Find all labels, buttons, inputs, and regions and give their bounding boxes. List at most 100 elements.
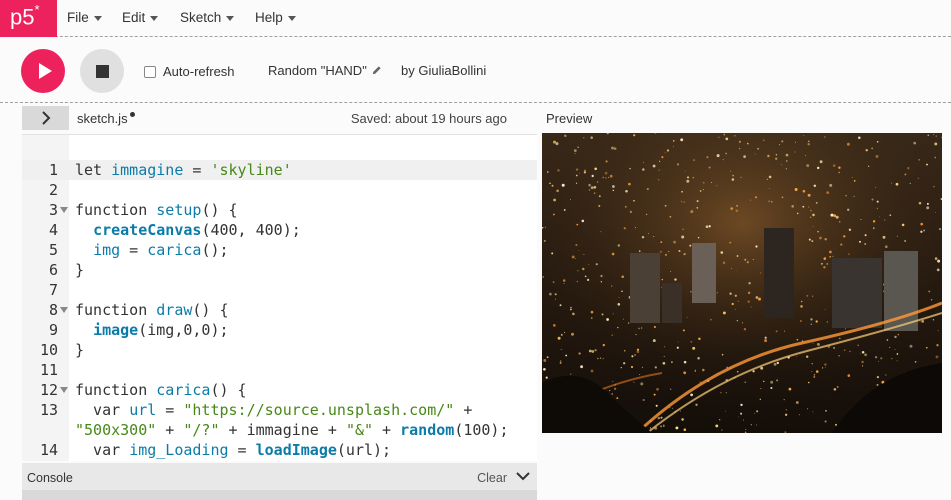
toolbar: Auto-refresh Random "HAND" by GiuliaBoll…: [0, 38, 951, 103]
code-token: random: [400, 421, 455, 439]
code-editor[interactable]: 1 let immagine = 'skyline' 2 3 function setu…: [22, 134, 537, 461]
console-output: [22, 490, 537, 500]
code-token: "&": [345, 421, 374, 439]
pencil-icon[interactable]: [371, 65, 382, 76]
sketch-preview[interactable]: [542, 133, 942, 433]
code-token: (img,0,0);: [138, 321, 229, 339]
code-token: var: [75, 441, 130, 459]
chevron-down-icon: [226, 16, 235, 21]
code-token: draw: [156, 301, 193, 319]
code-token: var: [75, 401, 130, 419]
code-token: =: [183, 161, 211, 179]
console-title: Console: [27, 471, 73, 485]
code-line[interactable]: 3 function setup() {: [22, 200, 537, 220]
autorefresh-label: Auto-refresh: [163, 64, 235, 79]
autorefresh-checkbox[interactable]: [144, 65, 156, 78]
code-text: var img_Loading = loadImage(url);: [75, 440, 391, 460]
line-number: 1: [48, 161, 58, 179]
fold-arrow-icon[interactable]: [60, 207, 68, 213]
line-number: 4: [48, 221, 58, 239]
code-text: "500x300" + "/?" + immagine + "&" + rand…: [75, 420, 509, 440]
code-token: () {: [201, 201, 238, 219]
file-tab-bar: sketch.js Saved: about 19 hours ago: [69, 106, 537, 130]
code-token: () {: [192, 301, 229, 319]
code-line[interactable]: 12 function carica() {: [22, 380, 537, 400]
line-number: 3: [48, 201, 58, 219]
line-number: 9: [48, 321, 58, 339]
autorefresh-toggle[interactable]: Auto-refresh: [144, 64, 235, 79]
code-text: createCanvas(400, 400);: [75, 220, 301, 240]
code-text: function setup() {: [75, 200, 238, 220]
line-number: 6: [48, 261, 58, 279]
code-token: =: [120, 241, 148, 259]
code-text: function carica() {: [75, 380, 247, 400]
code-token: (100);: [454, 421, 509, 439]
code-token: =: [228, 441, 256, 459]
menu-edit[interactable]: Edit: [122, 10, 159, 25]
line-number: 7: [48, 281, 58, 299]
project-author[interactable]: by GiuliaBollini: [401, 63, 486, 78]
play-icon: [38, 63, 52, 79]
code-token: img_Loading: [129, 441, 229, 459]
code-token: }: [75, 341, 85, 359]
console-clear-button[interactable]: Clear: [477, 471, 507, 485]
stop-button[interactable]: [80, 49, 124, 93]
code-token: +: [454, 401, 473, 419]
line-number: 13: [39, 401, 58, 419]
code-line[interactable]: 1 let immagine = 'skyline': [22, 160, 537, 180]
code-line[interactable]: 4 createCanvas(400, 400);: [22, 220, 537, 240]
code-line[interactable]: 13 var url = "https://source.unsplash.co…: [22, 400, 537, 420]
code-line[interactable]: 6}: [22, 260, 537, 280]
code-line[interactable]: 10}: [22, 340, 537, 360]
code-line[interactable]: 2: [22, 180, 537, 200]
code-line[interactable]: 5 img = carica();: [22, 240, 537, 260]
code-line[interactable]: 8 function draw() {: [22, 300, 537, 320]
code-line[interactable]: 14 var img_Loading = loadImage(url);: [22, 440, 537, 460]
file-tab[interactable]: sketch.js: [77, 111, 135, 126]
line-number: 10: [39, 341, 58, 359]
code-token: "500x300": [75, 421, 157, 439]
code-line[interactable]: "500x300" + "/?" + immagine + "&" + rand…: [22, 420, 537, 440]
code-line[interactable]: 9 image(img,0,0);: [22, 320, 537, 340]
code-text: var url = "https://source.unsplash.com/"…: [75, 400, 472, 420]
line-number: 14: [39, 441, 58, 459]
chevron-down-icon[interactable]: [516, 472, 530, 481]
code-line[interactable]: 7: [22, 280, 537, 300]
saved-status: Saved: about 19 hours ago: [350, 111, 507, 126]
fold-arrow-icon[interactable]: [60, 387, 68, 393]
code-token: carica: [156, 381, 211, 399]
project-name[interactable]: Random "HAND": [268, 63, 382, 78]
code-token: +: [373, 421, 401, 439]
chevron-right-icon: [41, 111, 50, 125]
p5-logo[interactable]: p5*: [0, 0, 57, 37]
code-token: carica: [147, 241, 202, 259]
menu-file[interactable]: File: [67, 10, 102, 25]
code-token: url: [129, 401, 157, 419]
code-token: 'skyline': [210, 161, 292, 179]
console-panel: Console Clear: [22, 463, 537, 500]
code-token: "/?": [183, 421, 220, 439]
code-token: image: [93, 321, 139, 339]
code-token: }: [75, 261, 85, 279]
chevron-down-icon: [150, 16, 159, 21]
play-button[interactable]: [21, 49, 65, 93]
line-number: 11: [39, 361, 58, 379]
code-text: function draw() {: [75, 300, 229, 320]
code-token: "https://source.unsplash.com/": [183, 401, 455, 419]
code-line[interactable]: 11: [22, 360, 537, 380]
code-token: =: [156, 401, 184, 419]
menu-sketch[interactable]: Sketch: [180, 10, 235, 25]
line-number: 8: [48, 301, 58, 319]
fold-arrow-icon[interactable]: [60, 307, 68, 313]
code-text: img = carica();: [75, 240, 229, 260]
code-token: (url);: [336, 441, 392, 459]
sidebar-toggle-button[interactable]: [22, 106, 69, 130]
code-token: ();: [201, 241, 229, 259]
code-token: () {: [210, 381, 247, 399]
menu-help[interactable]: Help: [255, 10, 296, 25]
code-token: function: [75, 201, 157, 219]
code-token: immagine: [111, 161, 184, 179]
code-token: function: [75, 301, 157, 319]
